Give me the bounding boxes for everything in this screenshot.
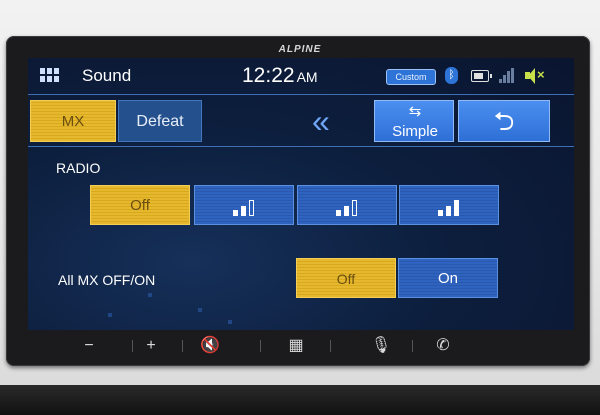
simple-button[interactable]: ⇆ Simple (374, 100, 454, 142)
radio-mx-level-2-button[interactable] (297, 185, 397, 225)
divider (412, 340, 413, 352)
clock-time: 12:22 (242, 64, 295, 87)
clock: 12:22 AM (242, 64, 318, 88)
back-button[interactable]: ⮌ (458, 100, 550, 142)
level-2-bars-icon (336, 196, 364, 216)
simple-button-label: Simple (392, 123, 438, 140)
divider (260, 340, 261, 352)
divider (132, 340, 133, 352)
double-chevron-left-icon[interactable]: « (312, 105, 330, 137)
radio-label: RADIO (56, 160, 101, 176)
background-speck (148, 293, 152, 297)
all-mx-label: All MX OFF/ON (58, 272, 156, 288)
divider (330, 340, 331, 352)
background-speck (228, 320, 232, 324)
level-1-bars-icon (233, 196, 261, 216)
return-arrow-icon: ⮌ (493, 106, 515, 136)
dashboard-base (0, 385, 600, 415)
home-grid-icon[interactable]: ▦ (281, 334, 311, 358)
phone-icon[interactable]: ✆ (428, 334, 458, 358)
page-title: Sound (82, 66, 132, 85)
all-mx-off-button[interactable]: Off (296, 258, 396, 298)
touch-screen: Sound 12:22 AM Custom ᛒ × MX Defeat « ⇆ S… (28, 58, 574, 330)
swap-arrows-icon: ⇆ (408, 103, 422, 120)
all-mx-on-button[interactable]: On (398, 258, 498, 298)
divider (28, 146, 574, 147)
menu-grid-icon[interactable] (40, 68, 60, 82)
divider (182, 340, 183, 352)
battery-icon (471, 70, 492, 82)
mute-speaker-icon[interactable]: 🔇 (195, 334, 225, 358)
clock-ampm: AM (296, 69, 318, 85)
background-speck (108, 313, 112, 317)
status-bar: Sound 12:22 AM Custom ᛒ × (28, 58, 574, 95)
bluetooth-icon: ᛒ (445, 67, 458, 84)
eq-preset-badge: Custom (386, 69, 436, 85)
defeat-button[interactable]: Defeat (118, 100, 202, 142)
microphone-icon[interactable]: 🎙 (366, 334, 396, 358)
minus-icon[interactable]: − (74, 334, 104, 358)
hardkey-bar: − + 🔇 ▦ 🎙 ✆ (40, 334, 560, 358)
background-speck (198, 308, 202, 312)
radio-mx-level-1-button[interactable] (194, 185, 294, 225)
radio-mx-level-3-button[interactable] (399, 185, 499, 225)
mute-icon: × (525, 67, 547, 84)
radio-mx-off-button[interactable]: Off (90, 185, 190, 225)
mx-button[interactable]: MX (30, 100, 116, 142)
signal-icon (499, 68, 514, 83)
level-3-bars-icon (438, 196, 466, 216)
plus-icon[interactable]: + (136, 334, 166, 358)
brand-logo: ALPINE (278, 44, 322, 55)
